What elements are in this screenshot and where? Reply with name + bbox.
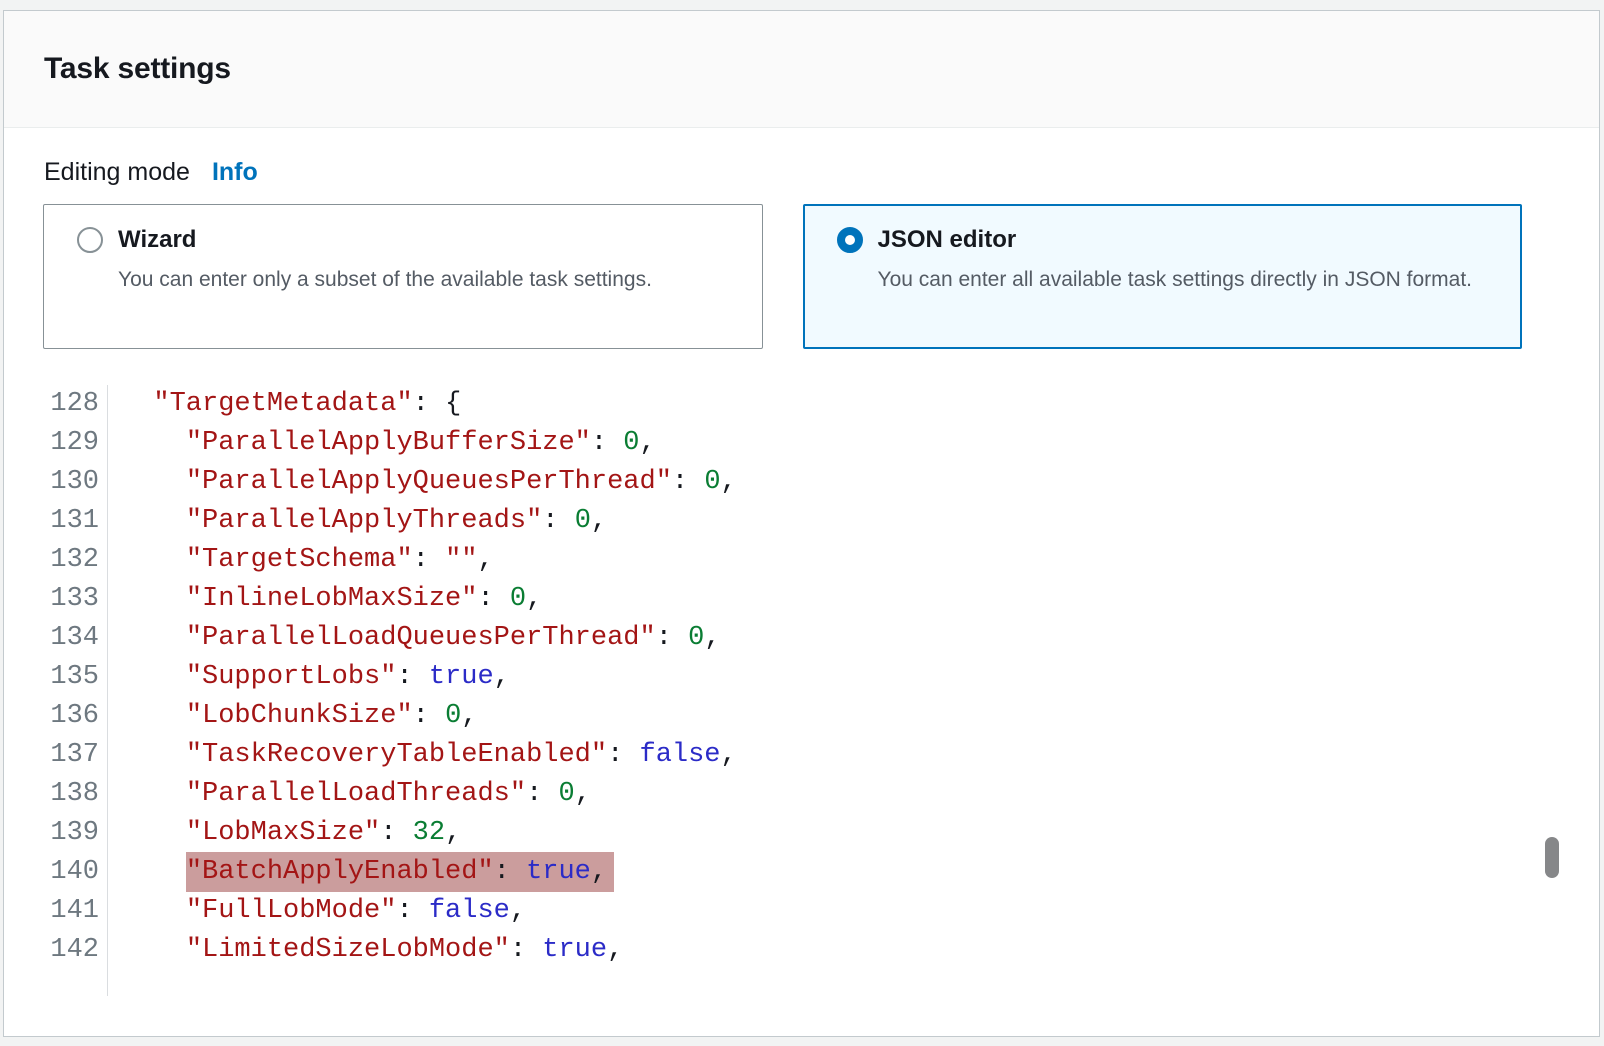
code-line[interactable]: 128 "TargetMetadata": { [4, 385, 1599, 424]
line-number: 130 [4, 463, 108, 502]
line-number: 141 [4, 892, 108, 931]
json-editor-title: JSON editor [878, 226, 1017, 254]
editing-mode-label: Editing mode [44, 158, 190, 187]
code-text: "ParallelLoadQueuesPerThread": 0, [108, 619, 721, 658]
task-settings-panel: Task settings Editing mode Info Wizard Y… [3, 10, 1600, 1037]
code-line[interactable]: 131 "ParallelApplyThreads": 0, [4, 502, 1599, 541]
editing-mode-options: Wizard You can enter only a subset of th… [4, 204, 1599, 349]
code-text: "InlineLobMaxSize": 0, [108, 580, 542, 619]
code-line[interactable]: 139 "LobMaxSize": 32, [4, 814, 1599, 853]
json-code-editor[interactable]: 128 "TargetMetadata": {129 "ParallelAppl… [4, 385, 1599, 996]
json-editor-option-card[interactable]: JSON editor You can enter all available … [803, 204, 1523, 349]
page-title: Task settings [44, 52, 231, 86]
code-line[interactable]: 135 "SupportLobs": true, [4, 658, 1599, 697]
code-text: "TargetMetadata": { [108, 385, 461, 424]
wizard-title: Wizard [118, 226, 196, 254]
wizard-radio[interactable] [77, 227, 103, 253]
line-number: 133 [4, 580, 108, 619]
code-text: "SupportLobs": true, [108, 658, 510, 697]
code-line[interactable]: 142 "LimitedSizeLobMode": true, [4, 931, 1599, 970]
info-link[interactable]: Info [212, 158, 258, 187]
code-line[interactable]: 132 "TargetSchema": "", [4, 541, 1599, 580]
editing-mode-row: Editing mode Info [4, 158, 1599, 187]
scrollbar-thumb[interactable] [1545, 837, 1559, 878]
code-text: "ParallelApplyQueuesPerThread": 0, [108, 463, 737, 502]
gutter-tail [4, 970, 1599, 996]
wizard-description: You can enter only a subset of the avail… [118, 261, 718, 298]
code-text: "TaskRecoveryTableEnabled": false, [108, 736, 737, 775]
line-number: 137 [4, 736, 108, 775]
panel-header: Task settings [4, 11, 1599, 128]
panel-content: Editing mode Info Wizard You can enter o… [4, 128, 1599, 996]
json-editor-card-header: JSON editor [837, 226, 1502, 254]
code-line[interactable]: 134 "ParallelLoadQueuesPerThread": 0, [4, 619, 1599, 658]
code-line[interactable]: 130 "ParallelApplyQueuesPerThread": 0, [4, 463, 1599, 502]
code-text: "BatchApplyEnabled": true, [108, 853, 614, 892]
wizard-card-header: Wizard [77, 226, 742, 254]
line-number: 139 [4, 814, 108, 853]
code-line[interactable]: 137 "TaskRecoveryTableEnabled": false, [4, 736, 1599, 775]
line-number: 136 [4, 697, 108, 736]
line-number: 131 [4, 502, 108, 541]
code-text: "LobChunkSize": 0, [108, 697, 477, 736]
code-text: "LimitedSizeLobMode": true, [108, 931, 623, 970]
line-number: 140 [4, 853, 108, 892]
code-line[interactable]: 138 "ParallelLoadThreads": 0, [4, 775, 1599, 814]
line-number: 128 [4, 385, 108, 424]
code-line[interactable]: 133 "InlineLobMaxSize": 0, [4, 580, 1599, 619]
code-line[interactable]: 136 "LobChunkSize": 0, [4, 697, 1599, 736]
highlighted-token: "BatchApplyEnabled": true, [186, 852, 614, 892]
line-number: 142 [4, 931, 108, 970]
wizard-option-card[interactable]: Wizard You can enter only a subset of th… [43, 204, 763, 349]
code-line[interactable]: 140 "BatchApplyEnabled": true, [4, 853, 1599, 892]
json-editor-description: You can enter all available task setting… [878, 261, 1478, 298]
line-number: 135 [4, 658, 108, 697]
line-number: 138 [4, 775, 108, 814]
line-number: 134 [4, 619, 108, 658]
line-number: 132 [4, 541, 108, 580]
code-line[interactable]: 141 "FullLobMode": false, [4, 892, 1599, 931]
code-text: "ParallelLoadThreads": 0, [108, 775, 591, 814]
code-line[interactable]: 129 "ParallelApplyBufferSize": 0, [4, 424, 1599, 463]
code-text: "LobMaxSize": 32, [108, 814, 461, 853]
code-text: "ParallelApplyBufferSize": 0, [108, 424, 656, 463]
code-text: "TargetSchema": "", [108, 541, 494, 580]
json-editor-radio[interactable] [837, 227, 863, 253]
code-text: "ParallelApplyThreads": 0, [108, 502, 607, 541]
line-number: 129 [4, 424, 108, 463]
code-text: "FullLobMode": false, [108, 892, 526, 931]
